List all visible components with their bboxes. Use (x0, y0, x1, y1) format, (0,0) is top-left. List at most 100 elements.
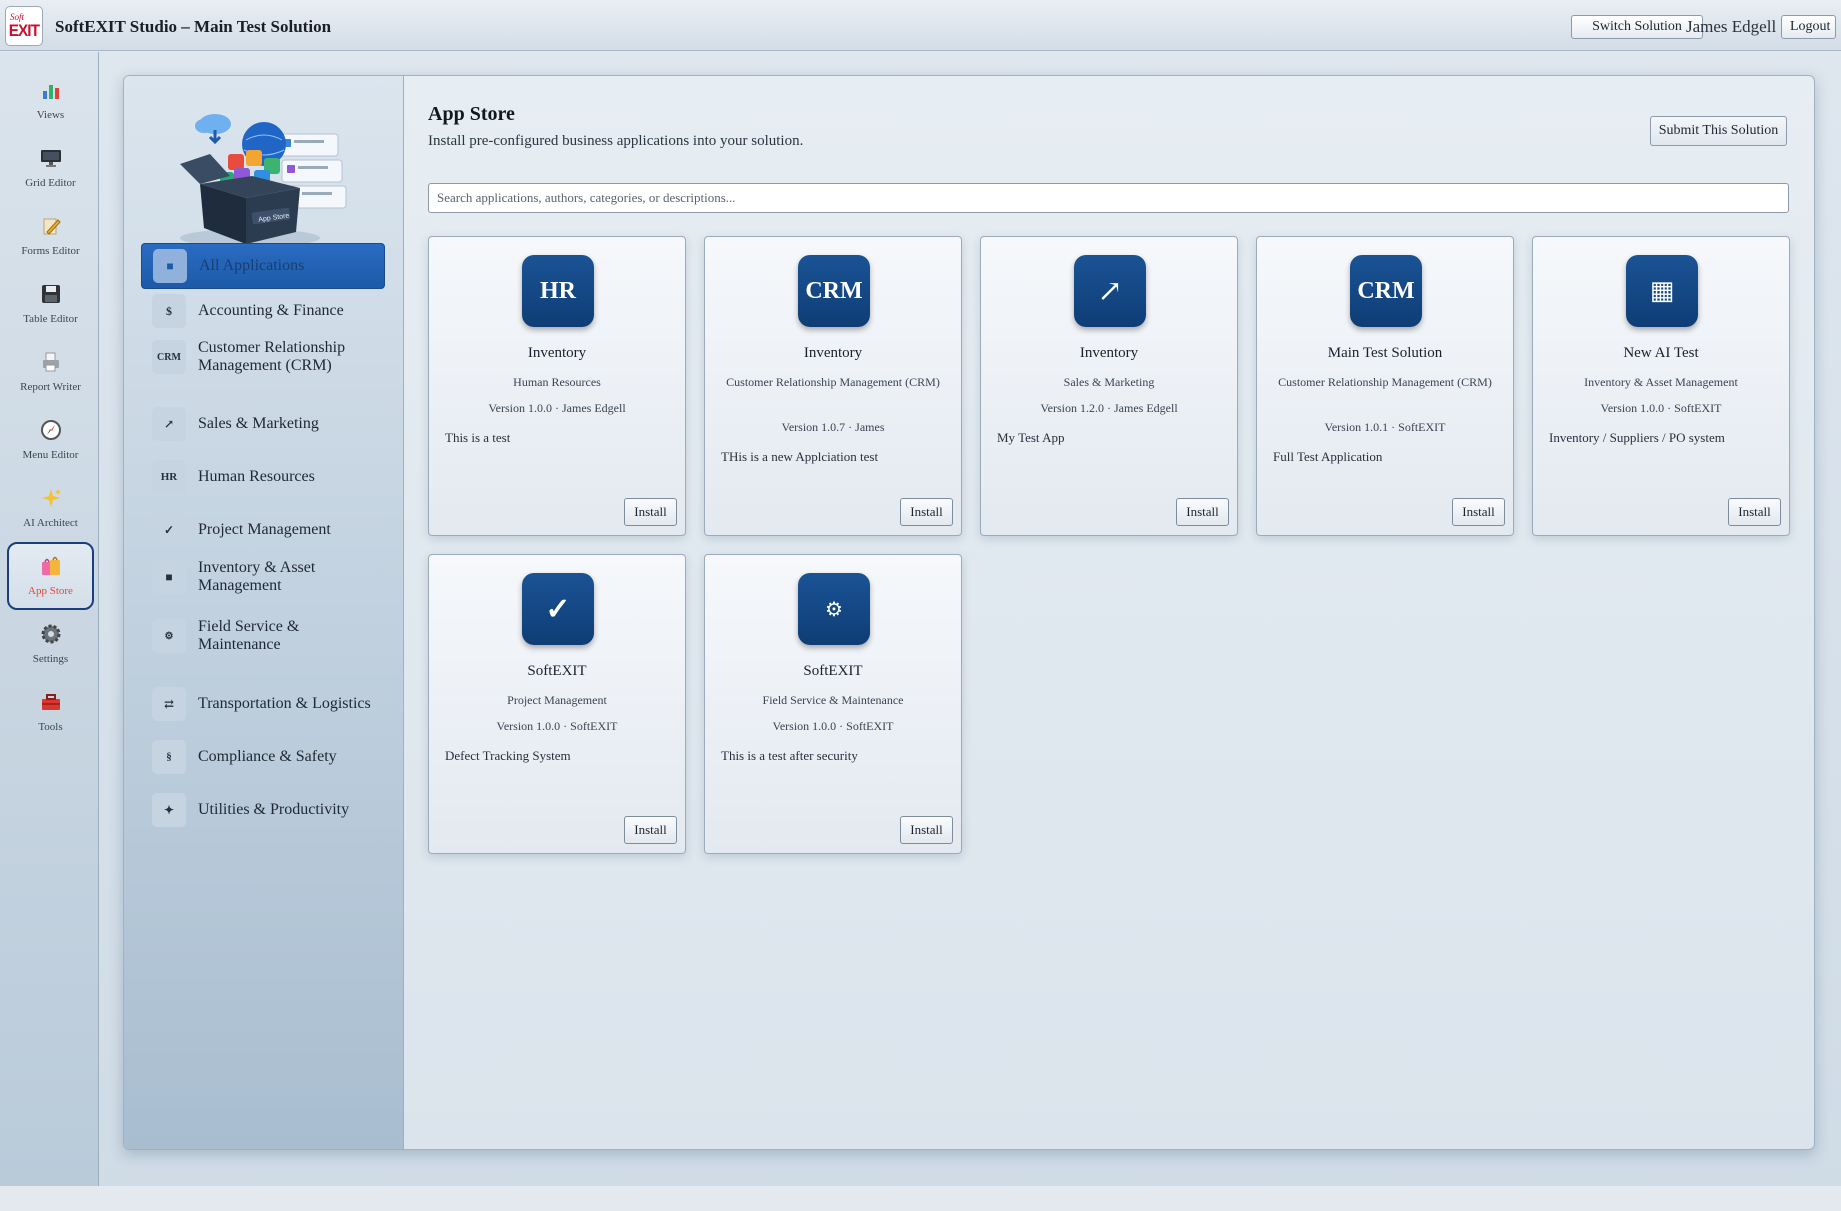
app-icon-crm: CRM (798, 255, 870, 327)
app-store-panel: App Store ■ All Applications $ Accountin… (123, 75, 1815, 1150)
softexit-logo: Soft EXIT (5, 6, 43, 46)
rail-label: Menu Editor (22, 449, 79, 461)
rail-item-tools[interactable]: Tools (7, 680, 94, 746)
rail-label: Grid Editor (25, 177, 76, 189)
category-accounting-finance[interactable]: $ Accounting & Finance (141, 288, 385, 334)
hr-icon: HR (152, 460, 186, 494)
rail-label: Forms Editor (21, 245, 80, 257)
app-name: SoftEXIT (803, 663, 863, 679)
rail-item-forms-editor[interactable]: Forms Editor (7, 204, 94, 270)
category-label: Compliance & Safety (198, 748, 337, 765)
box-icon: ■ (152, 560, 186, 594)
install-button[interactable]: Install (624, 816, 677, 844)
rail-item-report-writer[interactable]: Report Writer (7, 340, 94, 406)
pencil-icon (39, 214, 63, 238)
app-category: Project Management (507, 693, 607, 707)
app-category: Customer Relationship Management (CRM) (1278, 375, 1492, 389)
category-inventory-asset[interactable]: ■ Inventory & Asset Management (141, 554, 341, 600)
app-card: ▦ New AI Test Inventory & Asset Manageme… (1532, 236, 1790, 536)
rail-item-menu-editor[interactable]: Menu Editor (7, 408, 94, 474)
category-sidebar: App Store ■ All Applications $ Accountin… (124, 76, 404, 1149)
checkmark-icon: ✓ (522, 573, 594, 645)
app-category: Field Service & Maintenance (762, 693, 904, 707)
rail-label: Tools (38, 721, 63, 733)
monitor-icon (39, 146, 63, 170)
sparkle-icon: ✦ (152, 793, 186, 827)
install-button[interactable]: Install (900, 498, 953, 526)
category-label: Human Resources (198, 468, 315, 485)
category-label: Utilities & Productivity (198, 801, 350, 818)
install-button[interactable]: Install (1452, 498, 1505, 526)
app-version: Version 1.0.1 · SoftEXIT (1324, 420, 1446, 434)
install-button[interactable]: Install (900, 816, 953, 844)
switch-solution-button[interactable]: Switch Solution (1571, 15, 1703, 39)
category-label: All Applications (199, 257, 305, 274)
toolbox-icon (39, 690, 63, 714)
category-utilities-productivity[interactable]: ✦ Utilities & Productivity (141, 787, 385, 833)
app-card: ⚙ SoftEXIT Field Service & Maintenance V… (704, 554, 962, 854)
rail-label: Views (36, 109, 65, 121)
swap-arrows-icon: ⇄ (152, 687, 186, 721)
install-button[interactable]: Install (624, 498, 677, 526)
page-title: App Store (428, 103, 515, 125)
install-button[interactable]: Install (1728, 498, 1781, 526)
category-project-management[interactable]: ✓ Project Management (141, 507, 385, 553)
rail-label: Settings (32, 653, 69, 665)
category-crm[interactable]: CRM Customer Relationship Management (CR… (141, 334, 361, 380)
gear-icon: ⚙ (798, 573, 870, 645)
app-version: Version 1.0.0 · SoftEXIT (772, 719, 894, 733)
category-label: Project Management (198, 521, 331, 538)
rail-item-ai-architect[interactable]: AI Architect (7, 476, 94, 542)
app-version: Version 1.0.0 · SoftEXIT (496, 719, 618, 733)
category-sales-marketing[interactable]: ↗ Sales & Marketing (141, 401, 385, 447)
app-description: This is a test after security (721, 748, 858, 763)
rail-item-grid-editor[interactable]: Grid Editor (7, 136, 94, 202)
logo-big-text: EXIT (8, 21, 40, 40)
category-label: Field Service & Maintenance (198, 618, 300, 653)
dollar-icon: $ (152, 294, 186, 328)
app-icon-crm: CRM (1350, 255, 1422, 327)
app-name: Inventory (527, 345, 587, 361)
category-human-resources[interactable]: HR Human Resources (141, 454, 385, 500)
app-name: New AI Test (1623, 345, 1699, 361)
app-version: Version 1.2.0 · James Edgell (1040, 401, 1178, 415)
app-description: Inventory / Suppliers / PO system (1549, 430, 1725, 445)
category-compliance-safety[interactable]: § Compliance & Safety (141, 734, 385, 780)
rail-item-table-editor[interactable]: Table Editor (7, 272, 94, 338)
app-card: CRM Main Test Solution Customer Relation… (1256, 236, 1514, 536)
square-icon: ■ (153, 249, 187, 283)
gear-icon (39, 622, 63, 646)
app-card: ↗ Inventory Sales & Marketing Version 1.… (980, 236, 1238, 536)
app-version: Version 1.0.7 · James (781, 420, 885, 434)
category-label: Transportation & Logistics (198, 695, 371, 712)
app-icon-hr: HR (522, 255, 594, 327)
category-field-service[interactable]: ⚙ Field Service & Maintenance (141, 613, 331, 659)
top-bar: Soft EXIT SoftEXIT Studio – Main Test So… (0, 0, 1841, 51)
app-name: Inventory (803, 345, 863, 361)
floppy-disk-icon (39, 282, 63, 306)
category-transportation-logistics[interactable]: ⇄ Transportation & Logistics (141, 681, 385, 727)
grid-icon: ▦ (1626, 255, 1698, 327)
rail-item-views[interactable]: Views (7, 68, 94, 134)
app-version: Version 1.0.0 · James Edgell (488, 401, 626, 415)
trend-arrow-icon: ↗ (1074, 255, 1146, 327)
tool-rail: Views Grid Editor Forms Editor Table Edi… (0, 52, 99, 1186)
gear-icon: ⚙ (152, 619, 186, 653)
rail-item-app-store[interactable]: App Store (7, 542, 94, 610)
rail-item-settings[interactable]: Settings (7, 612, 94, 678)
app-store-content: App Store Install pre-configured busines… (405, 76, 1814, 1149)
user-name: James Edgell (1686, 17, 1777, 36)
install-button[interactable]: Install (1176, 498, 1229, 526)
compass-icon (39, 418, 63, 442)
category-label: Sales & Marketing (198, 415, 319, 432)
app-description: This is a test (445, 430, 511, 445)
app-category: Customer Relationship Management (CRM) (726, 375, 940, 389)
logout-button[interactable]: Logout (1781, 15, 1836, 39)
submit-solution-button[interactable]: Submit This Solution (1650, 116, 1787, 146)
category-all-applications[interactable]: ■ All Applications (141, 243, 385, 289)
app-card: HR Inventory Human Resources Version 1.0… (428, 236, 686, 536)
app-category: Human Resources (513, 375, 601, 389)
rail-label: AI Architect (23, 517, 78, 529)
rail-label: Report Writer (20, 381, 81, 393)
search-input[interactable] (428, 183, 1789, 213)
